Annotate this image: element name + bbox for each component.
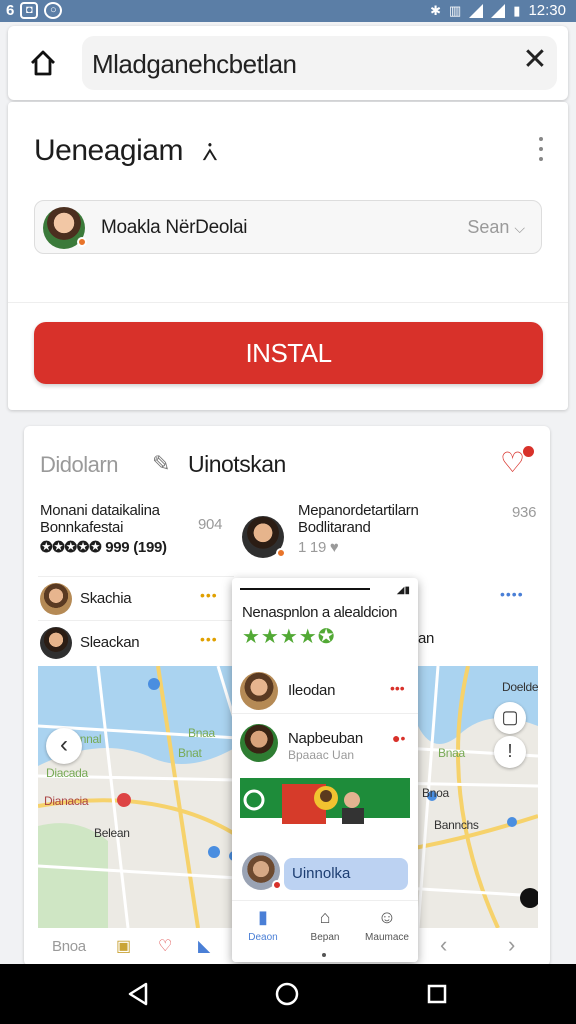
overflow-menu-icon[interactable] bbox=[534, 134, 548, 164]
map-label: Diacada bbox=[46, 766, 88, 780]
map-label: Belean bbox=[94, 826, 130, 840]
url-field[interactable]: Mladganehcbetlan bbox=[82, 36, 557, 90]
close-icon[interactable]: ✕ bbox=[520, 40, 550, 80]
alert-icon[interactable]: ! bbox=[494, 736, 526, 768]
pencil-icon[interactable]: ✎ bbox=[152, 451, 170, 477]
app-title: Ueneagiam bbox=[34, 134, 183, 167]
battery-icon: ◢▮ bbox=[396, 585, 410, 596]
home-icon: ▮ bbox=[258, 907, 268, 927]
banner-image bbox=[240, 778, 410, 830]
avatar bbox=[43, 207, 87, 249]
battery-icon: ▮ bbox=[513, 2, 521, 18]
avatar bbox=[40, 583, 72, 615]
heart-icon[interactable]: ♡ bbox=[500, 446, 534, 480]
account-selector[interactable]: Moakla NërDeolai Sean ⌵ bbox=[34, 200, 542, 254]
map-label: Bannchs bbox=[434, 818, 479, 832]
top-app-bar: Mladganehcbetlan ✕ bbox=[8, 26, 568, 100]
tab-discover[interactable]: Didolarn bbox=[40, 452, 118, 478]
clock-time: 12:30 bbox=[528, 2, 566, 19]
item-count: 904 bbox=[198, 516, 223, 533]
bank-icon: ⌂ bbox=[319, 907, 331, 927]
heart-icon: ♥ bbox=[329, 539, 339, 556]
divider bbox=[8, 302, 568, 303]
wifi-icon bbox=[469, 3, 484, 18]
more-icon[interactable]: ••• bbox=[200, 631, 218, 647]
nav-bank[interactable]: ⌂ Bepan bbox=[294, 907, 356, 943]
layers-icon[interactable]: ▢ bbox=[494, 702, 526, 734]
list-item[interactable]: Napbeuban Bpaaac Uan ●• bbox=[232, 718, 418, 774]
map-label: Bnaa bbox=[438, 746, 465, 760]
person-name: Skachia bbox=[80, 590, 132, 607]
item-subtitle: Bodlitarand bbox=[298, 519, 371, 536]
list-item[interactable]: Skachia ••• bbox=[38, 576, 234, 618]
tab-active[interactable]: Uinotskan bbox=[188, 451, 286, 478]
system-nav-bar bbox=[0, 964, 576, 1024]
overlay-title: Nenaspnlon a alealdcion bbox=[242, 604, 398, 621]
list-item[interactable]: Monani dataikalina Bonnkafestai ✪✪✪✪✪ 99… bbox=[40, 502, 240, 566]
image-icon: ◘ bbox=[20, 2, 39, 19]
back-icon[interactable] bbox=[124, 979, 154, 1009]
star-rating: ★★★★✪ bbox=[242, 626, 336, 648]
profile-icon: ☺ bbox=[377, 907, 397, 927]
list-item[interactable]: Mepanordetartilarn Bodlitarand 1 19 ♥ 93… bbox=[298, 502, 538, 566]
heart-icon[interactable]: ♡ bbox=[158, 936, 172, 956]
bluetooth-icon: ✱ bbox=[430, 2, 441, 18]
status-text: 6 bbox=[6, 2, 15, 19]
person-name: Sleackan bbox=[80, 634, 140, 651]
nav-item[interactable]: Bnoa bbox=[52, 938, 86, 955]
item-title: Mepanordetartilarn bbox=[298, 502, 419, 519]
status-bar: 6 ◘ ○ ✱ ▥ ▮ 12:30 bbox=[0, 0, 576, 22]
avatar bbox=[242, 852, 282, 890]
account-action: Sean ⌵ bbox=[467, 217, 525, 237]
promo-banner[interactable] bbox=[240, 778, 410, 830]
record-icon[interactable]: ●• bbox=[392, 730, 405, 746]
nav-profile[interactable]: ☺ Maumace bbox=[356, 907, 418, 943]
chevron-right-icon[interactable]: › bbox=[508, 932, 515, 958]
overlay-card: ◢▮ Nenaspnlon a alealdcion ★★★★✪ Ileodan… bbox=[232, 578, 418, 962]
person-subtitle: Bpaaac Uan bbox=[288, 748, 355, 762]
avatar bbox=[242, 516, 286, 558]
page-indicator bbox=[322, 953, 326, 957]
more-icon[interactable]: ••• bbox=[200, 587, 218, 603]
map-label: Dianacia bbox=[44, 794, 89, 808]
vibrate-icon: ▥ bbox=[449, 2, 462, 18]
person-name: Ileodan bbox=[288, 682, 336, 699]
overlay-status-bar: ◢▮ bbox=[240, 585, 410, 600]
item-count: 936 bbox=[512, 504, 537, 521]
app-card: Ueneagiam ⩑ Moakla NërDeolai Sean ⌵ INST… bbox=[8, 102, 568, 410]
chevron-left-icon[interactable]: ‹ bbox=[46, 728, 82, 764]
nav-home[interactable]: ▮ Deaon bbox=[232, 907, 294, 943]
item-likes: 1 19 ♥ bbox=[298, 539, 339, 556]
home-icon[interactable] bbox=[28, 48, 58, 78]
item-rating: ✪✪✪✪✪ 999 (199) bbox=[40, 539, 167, 556]
url-text: Mladganehcbetlan bbox=[92, 49, 297, 79]
avatar bbox=[240, 724, 278, 762]
square-icon[interactable]: ▣ bbox=[116, 936, 131, 956]
signal-icon bbox=[491, 3, 506, 18]
more-icon[interactable]: •••• bbox=[500, 586, 524, 602]
map-label: Bnaa bbox=[188, 726, 215, 740]
account-name: Moakla NërDeolai bbox=[101, 217, 248, 238]
recents-icon[interactable] bbox=[422, 979, 452, 1009]
person-name: Napbeuban bbox=[288, 730, 363, 747]
list-item[interactable]: Ileodan ••• bbox=[232, 666, 418, 714]
map-label: Bnoa bbox=[422, 786, 449, 800]
map-label: Bnat bbox=[178, 746, 202, 760]
more-icon[interactable]: ••• bbox=[390, 680, 405, 696]
list-item[interactable]: Sleackan ••• bbox=[38, 620, 234, 662]
circle-icon: ○ bbox=[44, 2, 63, 19]
avatar bbox=[40, 627, 72, 659]
action-pill[interactable]: Uinnolka bbox=[284, 858, 408, 890]
overlay-bottom-nav: ▮ Deaon ⌂ Bepan ☺ Maumace bbox=[232, 900, 418, 962]
chevron-down-icon: ⌵ bbox=[514, 220, 525, 236]
tag-icon[interactable]: ◣ bbox=[198, 936, 210, 956]
chevron-left-icon[interactable]: ‹ bbox=[440, 932, 447, 958]
install-button[interactable]: INSTAL bbox=[34, 322, 543, 384]
home-circle-icon[interactable] bbox=[272, 979, 302, 1009]
partial-text: an bbox=[418, 630, 435, 647]
avatar bbox=[240, 672, 278, 710]
map-label: Doelde bbox=[502, 680, 538, 694]
person-icon: ⩑ bbox=[202, 136, 218, 166]
